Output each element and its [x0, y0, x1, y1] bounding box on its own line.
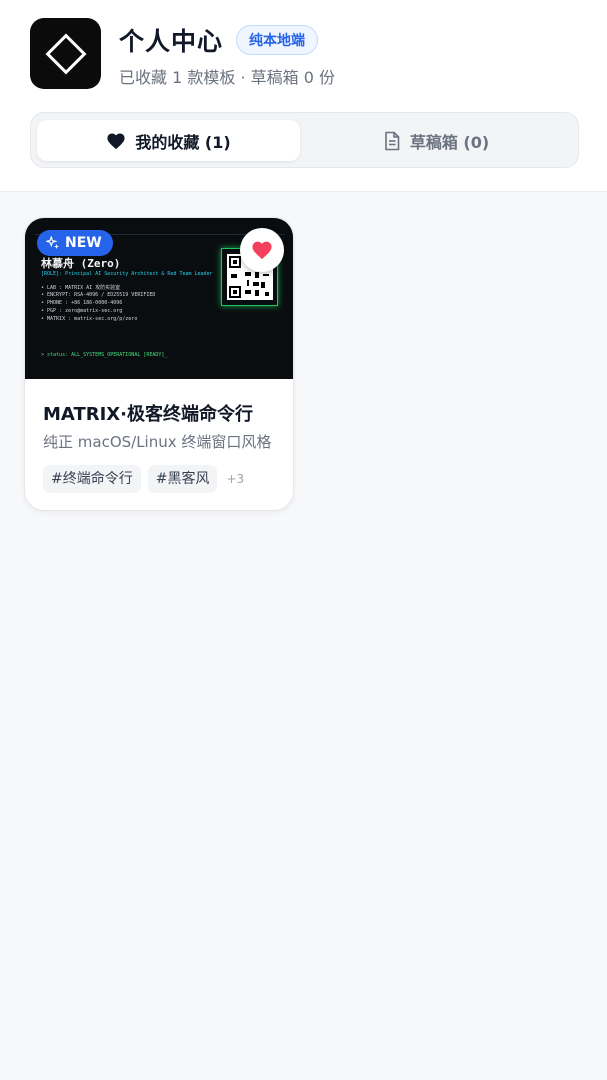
tab-bar: 我的收藏 (1) 草稿箱 (0): [30, 112, 579, 168]
tab-favorites-label: 我的收藏 (1): [135, 132, 231, 152]
preview-line: • PHONE : +86 186-0000-4096: [41, 300, 123, 306]
template-card[interactable]: 林慕舟 (Zero) [ROLE]: Principal AI Security…: [24, 217, 294, 511]
favorite-button[interactable]: [240, 228, 284, 272]
page-title: 个人中心: [119, 27, 224, 56]
profile-header: 个人中心 纯本地端 已收藏 1 款模板 · 草稿箱 0 份 我的收藏 (1) 草…: [0, 0, 607, 192]
preview-line: • LAB : MATRIX AI 攻防实验室: [41, 285, 121, 291]
diamond-icon: [44, 32, 87, 75]
document-icon: [385, 131, 400, 150]
more-tags-count: +3: [226, 472, 245, 486]
tab-drafts[interactable]: 草稿箱 (0): [301, 120, 571, 161]
card-title: MATRIX·极客终端命令行: [43, 404, 253, 425]
preview-name: 林慕舟 (Zero): [41, 257, 121, 270]
sparkle-icon: [46, 236, 60, 250]
heart-icon: [107, 132, 125, 149]
app-logo: [30, 18, 101, 89]
preview-status: > status: ALL_SYSTEMS_OPERATIONAL [READY…: [41, 352, 168, 358]
preview-line: • ENCRYPT: RSA-4096 / ED25519 VERIFIED: [41, 292, 156, 298]
page-subtitle: 已收藏 1 款模板 · 草稿箱 0 份: [119, 68, 335, 87]
heart-icon: [252, 241, 272, 260]
template-preview: 林慕舟 (Zero) [ROLE]: Principal AI Security…: [25, 218, 293, 379]
new-badge-label: NEW: [65, 235, 102, 251]
tab-favorites[interactable]: 我的收藏 (1): [37, 120, 300, 161]
card-description: 纯正 macOS/Linux 终端窗口风格: [43, 433, 272, 451]
preview-role: [ROLE]: Principal AI Security Architect …: [41, 271, 213, 277]
tag-item: #终端命令行: [43, 465, 141, 493]
preview-line: • PGP : zero@matrix-sec.org: [41, 308, 123, 314]
new-badge: NEW: [37, 230, 113, 256]
tag-list: #终端命令行 #黑客风 +3: [43, 465, 244, 493]
preview-line: • MATRIX : matrix-sec.org/p/zero: [41, 316, 138, 322]
tag-item: #黑客风: [147, 465, 218, 493]
tab-drafts-label: 草稿箱 (0): [409, 132, 490, 152]
local-badge: 纯本地端: [236, 25, 318, 55]
